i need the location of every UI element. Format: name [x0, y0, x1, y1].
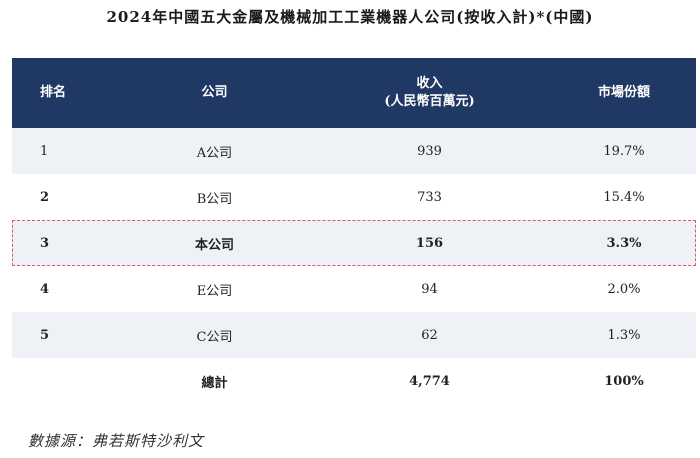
rank-cell: 5: [40, 327, 50, 343]
company-cell: 本公司: [194, 237, 234, 253]
revenue-cell: 156: [415, 235, 444, 251]
rank-cell: 1: [40, 143, 49, 159]
rank-cell: 4: [40, 281, 50, 297]
table-row: 5 C公司 62 1.3%: [12, 312, 696, 358]
source-note: 數據源：弗若斯特沙利文: [28, 432, 205, 450]
header-rank: 排名: [40, 85, 67, 100]
table-row: 1 A公司 939 19.7%: [12, 128, 696, 174]
company-cell: A公司: [196, 145, 233, 161]
header-revenue-line1: 收入: [416, 76, 443, 91]
total-revenue: 4,774: [409, 373, 450, 389]
company-cell: E公司: [196, 283, 233, 299]
table-row: 4 E公司 94 2.0%: [12, 266, 696, 312]
company-cell: B公司: [196, 191, 233, 207]
revenue-cell: 939: [417, 143, 442, 159]
header-revenue: 收入 (人民幣百萬元): [307, 75, 552, 111]
table-row-highlighted: 3 本公司 156 3.3%: [12, 220, 696, 266]
total-share: 100%: [604, 373, 644, 389]
table-title: 2024年中國五大金屬及機械加工工業機器人公司(按收入計)*(中國): [106, 8, 594, 26]
company-cell: C公司: [196, 329, 233, 345]
revenue-cell: 733: [417, 189, 442, 205]
header-share: 市場份額: [597, 85, 650, 100]
total-label: 總計: [201, 375, 228, 391]
table-row: 2 B公司 733 15.4%: [12, 174, 696, 220]
revenue-cell: 62: [421, 327, 438, 343]
header-revenue-line2: (人民幣百萬元): [384, 94, 475, 109]
revenue-cell: 94: [421, 281, 438, 297]
share-cell: 3.3%: [606, 235, 642, 251]
table-header-row: 排名 公司 收入 (人民幣百萬元) 市場份額: [12, 58, 696, 128]
rank-cell: 3: [40, 235, 50, 251]
share-cell: 19.7%: [603, 143, 645, 159]
table-total-row: 總計 4,774 100%: [12, 358, 696, 404]
share-cell: 1.3%: [607, 327, 641, 343]
rank-cell: 2: [40, 189, 50, 205]
share-cell: 15.4%: [603, 189, 645, 205]
share-cell: 2.0%: [607, 281, 641, 297]
header-company: 公司: [201, 85, 228, 100]
ranking-table: 排名 公司 收入 (人民幣百萬元) 市場份額 1 A公司 939 19.7% 2…: [12, 58, 696, 404]
